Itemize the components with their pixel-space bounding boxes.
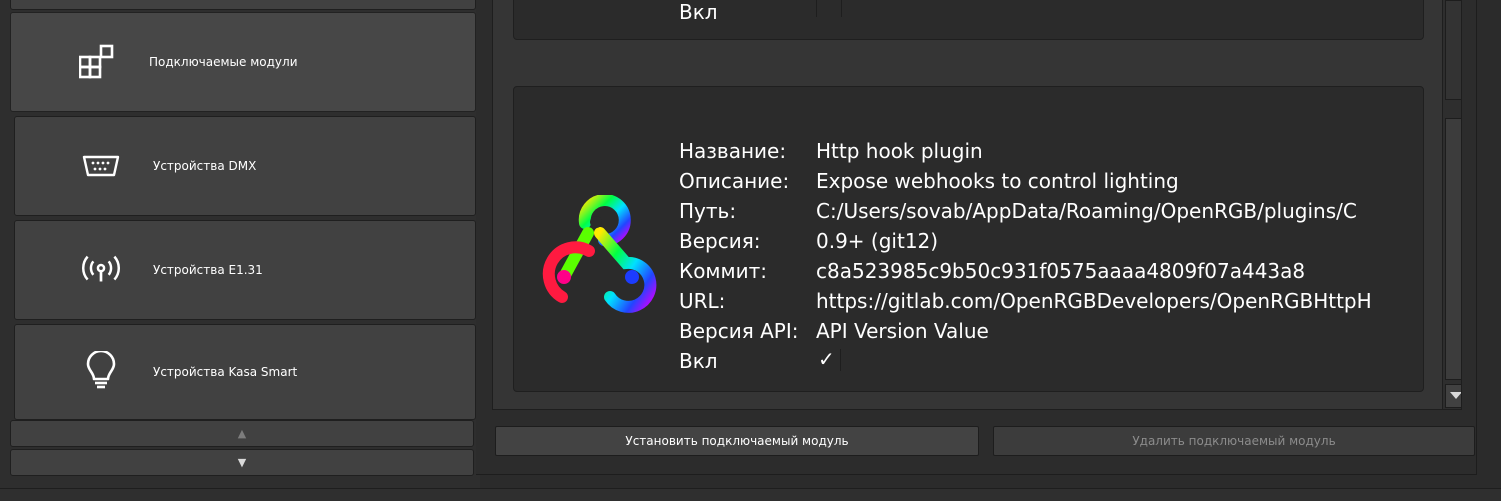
api-version-label: Версия API: — [679, 319, 799, 343]
checkmark-icon: ✓ — [818, 347, 835, 371]
plugin-card-http-hook: Название: Http hook plugin Описание: Exp… — [513, 86, 1424, 392]
remove-plugin-button[interactable]: Удалить подключаемый модуль — [993, 426, 1475, 456]
scrollbar-track[interactable] — [1445, 0, 1461, 100]
sidebar-item-label: Устройства Kasa Smart — [153, 365, 298, 379]
plugins-panel: Вкл Название: Http hook plugin Описание:… — [476, 0, 1477, 475]
lightbulb-icon — [79, 350, 123, 394]
install-plugin-label: Установить подключаемый модуль — [625, 434, 849, 448]
enabled-checkbox[interactable] — [816, 0, 842, 17]
wireless-broadcast-icon — [79, 248, 123, 292]
sidebar-item-label: Устройства E1.31 — [153, 263, 263, 277]
status-bar — [0, 488, 1501, 501]
plugins-icon — [75, 40, 119, 84]
url-label: URL: — [679, 289, 726, 313]
sidebar: Подключаемые модули Устройства DMX Устро… — [0, 0, 480, 500]
webhook-icon — [534, 194, 664, 325]
url-value: https://gitlab.com/OpenRGBDevelopers/Ope… — [816, 289, 1372, 313]
scrollbar-thumb[interactable] — [1445, 118, 1461, 380]
path-value: C:/Users/sovab/AppData/Roaming/OpenRGB/p… — [816, 199, 1357, 223]
sidebar-item-partial[interactable] — [10, 0, 476, 10]
sidebar-item-label: Устройства DMX — [153, 159, 257, 173]
enabled-label: Вкл — [679, 0, 718, 24]
sidebar-item-label: Подключаемые модули — [149, 55, 298, 69]
description-label: Описание: — [679, 169, 790, 193]
sidebar-item-dmx[interactable]: Устройства DMX — [14, 116, 476, 216]
enabled-checkbox[interactable]: ✓ — [816, 347, 841, 371]
sidebar-scroll-up-button[interactable]: ▲ — [10, 420, 474, 447]
arrow-down-icon: ▼ — [237, 456, 247, 469]
commit-label: Коммит: — [679, 259, 767, 283]
remove-plugin-label: Удалить подключаемый модуль — [1132, 434, 1336, 448]
plugin-list[interactable]: Вкл Название: Http hook plugin Описание:… — [492, 0, 1462, 410]
path-label: Путь: — [679, 199, 737, 223]
enabled-label: Вкл — [679, 349, 718, 373]
scroll-down-button[interactable] — [1445, 384, 1461, 408]
plugin-card-previous: Вкл — [513, 0, 1424, 40]
version-value: 0.9+ (git12) — [816, 229, 939, 253]
name-label: Название: — [679, 139, 787, 163]
api-version-value: API Version Value — [816, 319, 989, 343]
sidebar-item-kasa-smart[interactable]: Устройства Kasa Smart — [14, 324, 476, 420]
plugins-page: Вкл Название: Http hook plugin Описание:… — [476, 0, 1501, 500]
version-label: Версия: — [679, 229, 761, 253]
description-value: Expose webhooks to control lighting — [816, 169, 1179, 193]
sidebar-item-e131[interactable]: Устройства E1.31 — [14, 220, 476, 320]
arrow-down-icon — [1450, 392, 1461, 399]
name-value: Http hook plugin — [816, 139, 983, 163]
commit-value: c8a523985c9b50c931f0575aaaa4809f07a443a8 — [816, 259, 1306, 283]
install-plugin-button[interactable]: Установить подключаемый модуль — [495, 426, 979, 456]
vertical-scrollbar[interactable] — [1442, 0, 1461, 409]
arrow-up-icon: ▲ — [237, 427, 247, 440]
sidebar-scroll-down-button[interactable]: ▼ — [10, 449, 474, 476]
sidebar-item-plugins[interactable]: Подключаемые модули — [10, 12, 476, 112]
serial-port-icon — [79, 144, 123, 188]
